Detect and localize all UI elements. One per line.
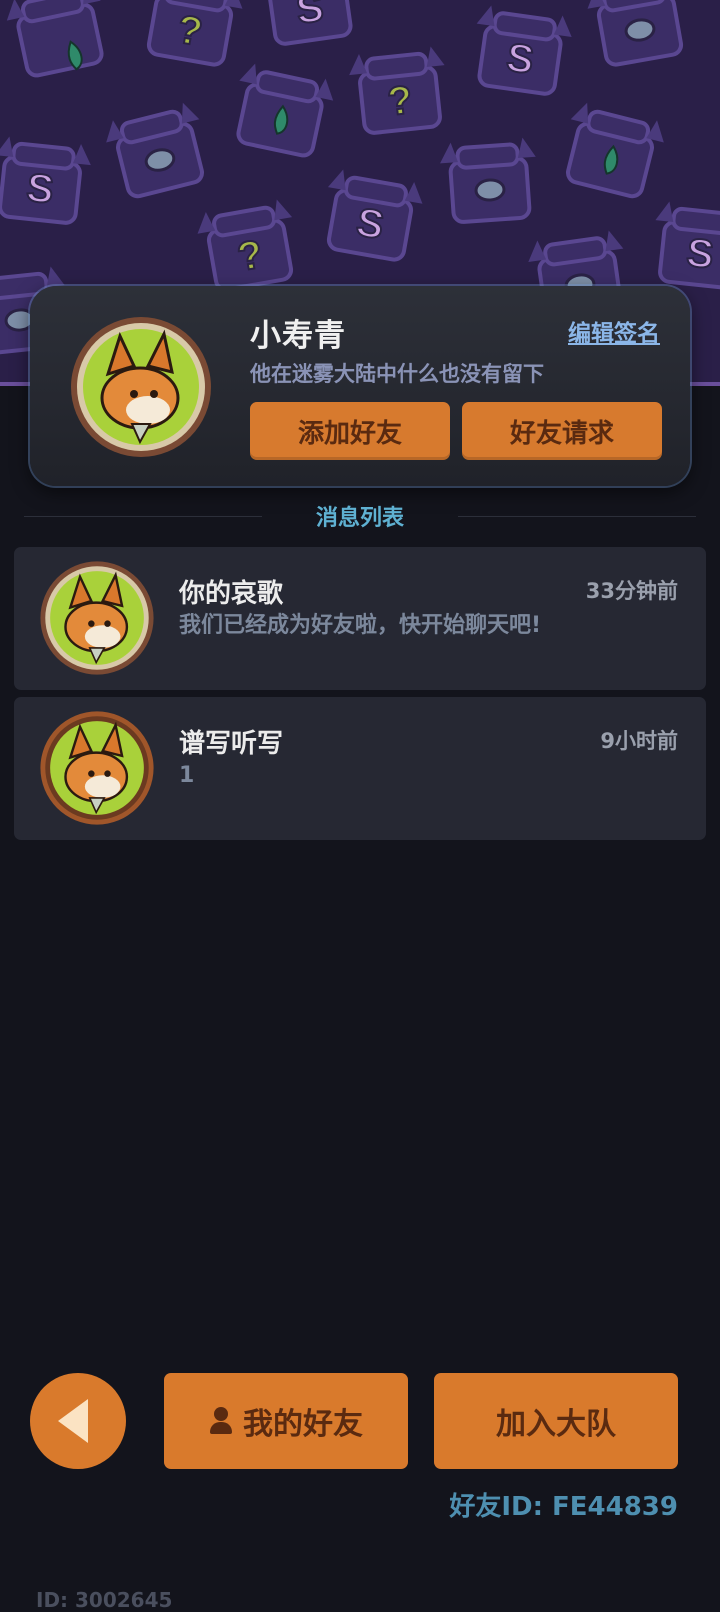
message-preview: 1 <box>179 763 195 788</box>
profile-signature: 他在迷雾大陆中什么也没有留下 <box>250 362 544 386</box>
message-item[interactable]: 你的哀歌 33分钟前 我们已经成为好友啦，快开始聊天吧! <box>14 547 706 690</box>
friend-id: 好友ID: FE44839 <box>449 1492 678 1522</box>
user-id: ID: 3002645 <box>36 1588 173 1612</box>
back-button[interactable] <box>30 1373 126 1469</box>
message-preview: 我们已经成为好友啦，快开始聊天吧! <box>179 613 542 638</box>
profile-avatar[interactable] <box>68 314 214 460</box>
edit-signature-link[interactable]: 编辑签名 <box>568 314 660 348</box>
join-team-button[interactable]: 加入大队 <box>434 1373 678 1469</box>
add-friend-button[interactable]: 添加好友 <box>250 402 450 460</box>
my-friends-label: 我的好友 <box>243 1407 363 1442</box>
fox-avatar-icon <box>40 561 154 675</box>
friend-requests-button[interactable]: 好友请求 <box>462 402 662 460</box>
join-team-label: 加入大队 <box>496 1407 616 1442</box>
fox-avatar-icon <box>40 711 154 825</box>
my-friends-button[interactable]: 我的好友 <box>164 1373 408 1469</box>
message-time: 33分钟前 <box>585 579 678 603</box>
profile-name: 小寿青 <box>250 318 346 354</box>
person-icon <box>209 1407 233 1435</box>
message-item[interactable]: 谱写听写 9小时前 1 <box>14 697 706 840</box>
message-sender: 谱写听写 <box>179 729 284 759</box>
message-sender: 你的哀歌 <box>179 579 284 609</box>
back-arrow-icon <box>58 1399 88 1443</box>
profile-card: 小寿青 编辑签名 他在迷雾大陆中什么也没有留下 添加好友 好友请求 <box>30 286 690 486</box>
message-time: 9小时前 <box>600 729 678 753</box>
message-list-title: 消息列表 <box>315 506 404 531</box>
